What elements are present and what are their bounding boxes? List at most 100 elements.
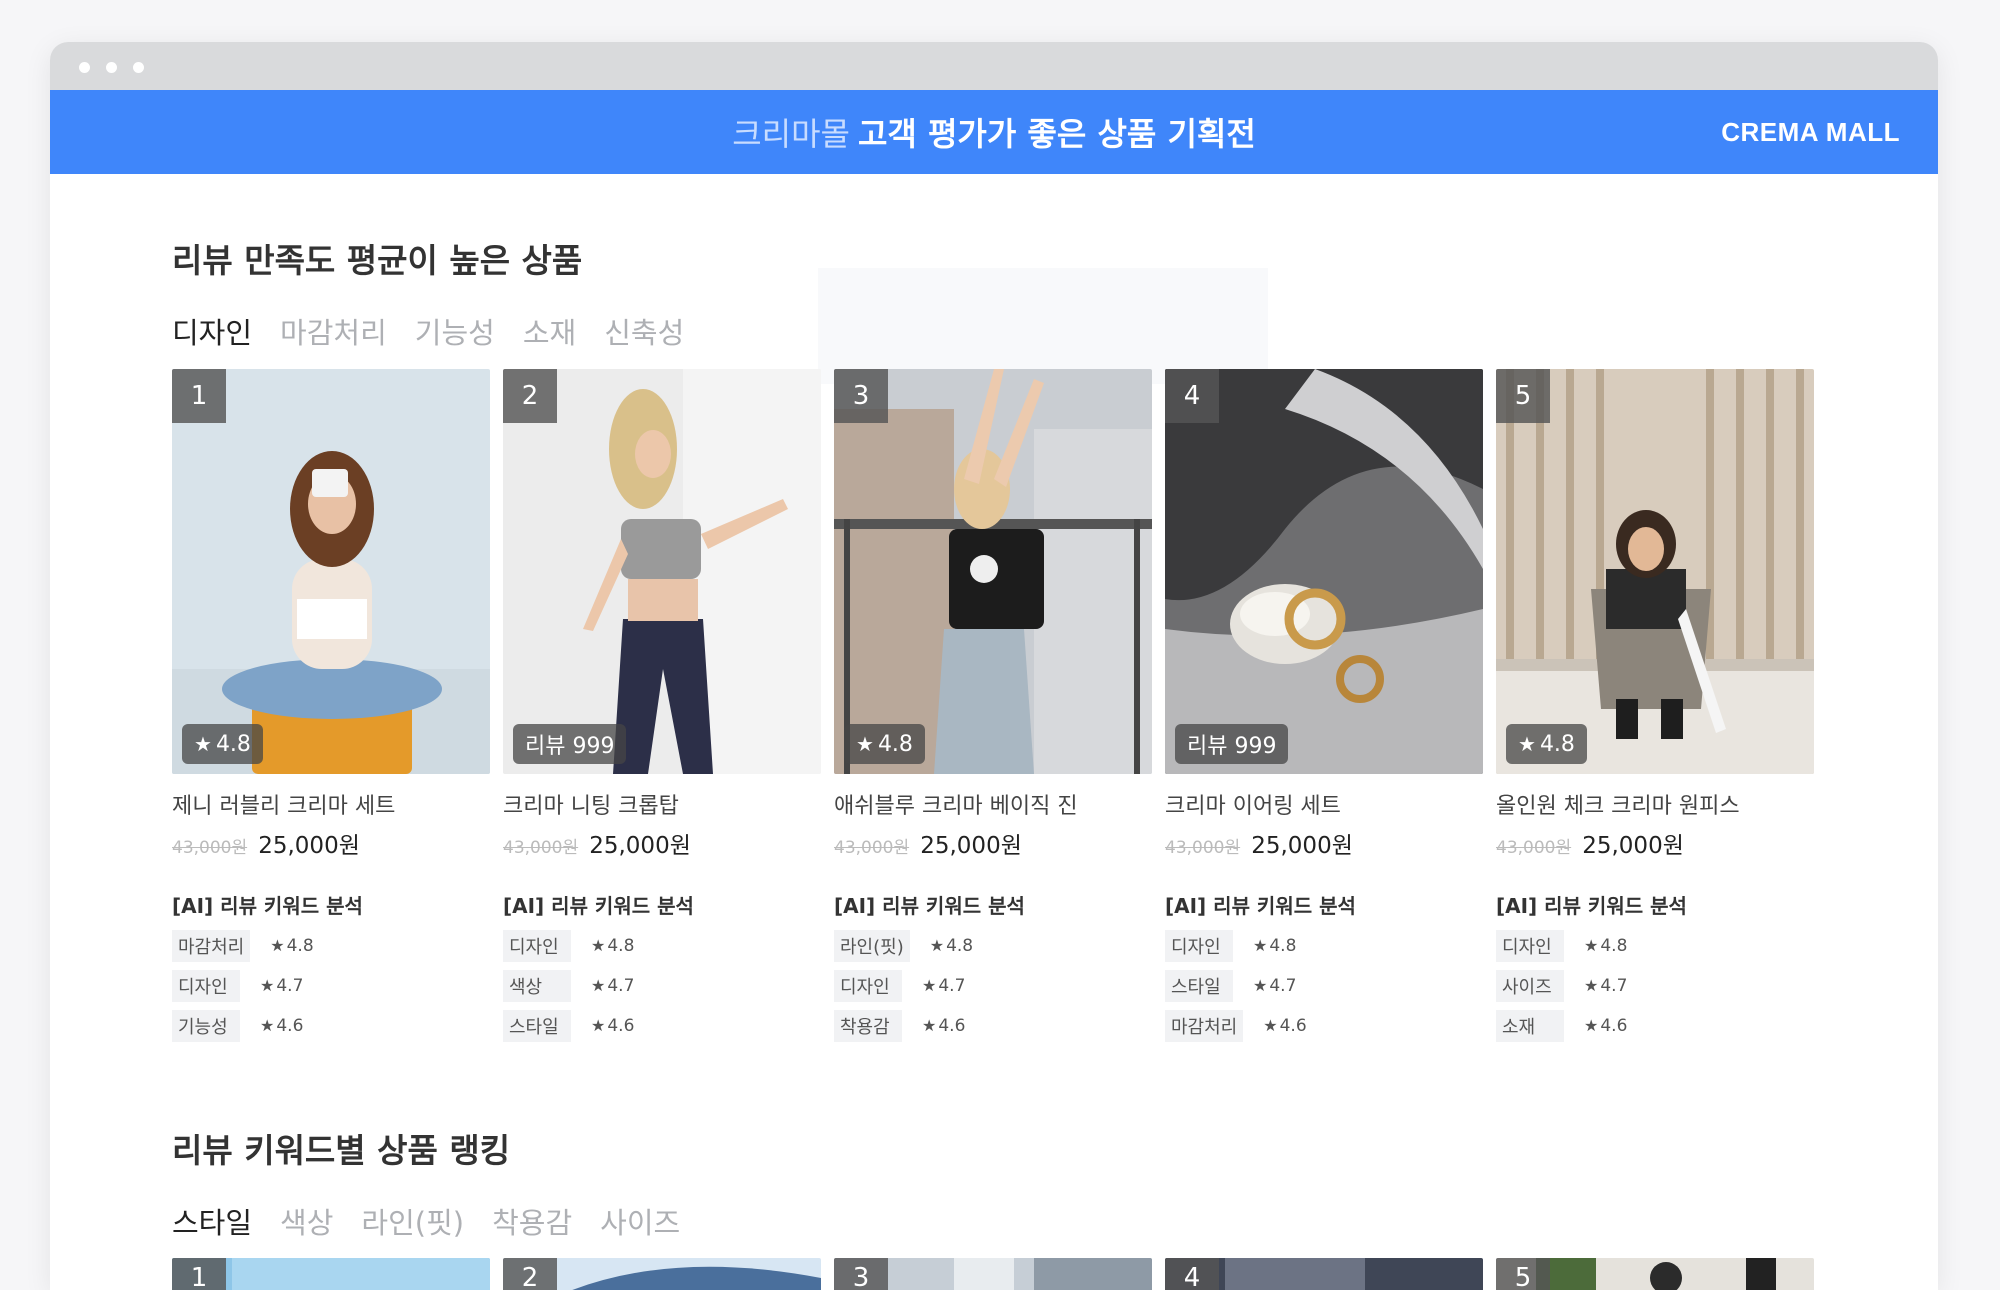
star-icon: ★ bbox=[1584, 1016, 1599, 1035]
star-icon: ★ bbox=[1253, 976, 1268, 995]
keyword-score: ★ 4.6 bbox=[591, 1016, 635, 1036]
rank-badge: 2 bbox=[503, 1258, 557, 1290]
star-icon: ★ bbox=[1584, 936, 1599, 955]
section-title: 리뷰 키워드별 상품 랭킹 bbox=[172, 1131, 511, 1170]
product-card[interactable]: 4 bbox=[1165, 1258, 1483, 1290]
product-name[interactable]: 올인원 체크 크리마 원피스 bbox=[1496, 788, 1814, 820]
empty-banner-slot bbox=[818, 268, 1268, 384]
price-row: 43,000원 25,000원 bbox=[503, 826, 821, 860]
window-dot-icon bbox=[133, 62, 144, 73]
banner-prefix: 크리마몰 bbox=[732, 115, 850, 153]
ai-keyword-title: [AI] 리뷰 키워드 분석 bbox=[172, 894, 363, 918]
original-price: 43,000원 bbox=[172, 838, 248, 858]
keyword-tag: 디자인 bbox=[834, 970, 902, 1002]
product-image[interactable]: 2 리뷰 999 bbox=[503, 369, 821, 774]
ai-keyword-title: [AI] 리뷰 키워드 분석 bbox=[1165, 894, 1356, 918]
product-card[interactable]: 2 bbox=[503, 1258, 821, 1290]
product-image[interactable]: 1 bbox=[172, 1258, 490, 1290]
product-image[interactable]: 2 bbox=[503, 1258, 821, 1290]
keyword-score: ★ 4.7 bbox=[591, 976, 635, 996]
review-count-badge: 리뷰 999 bbox=[513, 724, 627, 764]
sale-price: 25,000원 bbox=[258, 833, 360, 859]
product-image[interactable]: 4 bbox=[1165, 1258, 1483, 1290]
rank-badge: 3 bbox=[834, 1258, 888, 1290]
product-name[interactable]: 크리마 이어링 세트 bbox=[1165, 788, 1483, 820]
rank-badge: 5 bbox=[1496, 369, 1550, 423]
keyword-tag: 소재 bbox=[1496, 1010, 1564, 1042]
product-card[interactable]: 1 bbox=[172, 1258, 490, 1290]
banner-title: 고객 평가가 좋은 상품 기획전 bbox=[857, 115, 1256, 153]
keyword-score: ★ 4.7 bbox=[1253, 976, 1297, 996]
ai-keyword-title: [AI] 리뷰 키워드 분석 bbox=[1496, 894, 1687, 918]
product-card[interactable]: 4 리뷰 999 크리마 이어링 세트 43,000원 25,000원 [AI]… bbox=[1165, 369, 1483, 1042]
rank-badge: 2 bbox=[503, 369, 557, 423]
keyword-score: ★ 4.6 bbox=[1263, 1016, 1307, 1036]
product-card[interactable]: 5 bbox=[1496, 1258, 1814, 1290]
keyword-score: ★ 4.7 bbox=[260, 976, 304, 996]
keyword-tag: 기능성 bbox=[172, 1010, 240, 1042]
tab-comfort[interactable]: 착용감 bbox=[492, 1200, 572, 1242]
star-icon: ★ bbox=[591, 1016, 606, 1035]
product-card[interactable]: 2 리뷰 999 크리마 니팅 크롭탑 43,000원 25,000원 [AI]… bbox=[503, 369, 821, 1042]
keyword-row: 디자인 ★ 4.7 bbox=[834, 970, 1152, 1002]
tab-stretch[interactable]: 신축성 bbox=[604, 310, 684, 352]
window-titlebar bbox=[50, 42, 1938, 90]
tab-style[interactable]: 스타일 bbox=[172, 1200, 252, 1242]
window-dot-icon bbox=[106, 62, 117, 73]
keyword-tag: 디자인 bbox=[1165, 930, 1233, 962]
product-card[interactable]: 1 ★ 4.8 제니 러블리 크리마 세트 43,000원 25,000원 [A… bbox=[172, 369, 490, 1042]
product-name[interactable]: 크리마 니팅 크롭탑 bbox=[503, 788, 821, 820]
keyword-tag: 착용감 bbox=[834, 1010, 902, 1042]
keyword-row: 디자인 ★ 4.8 bbox=[503, 930, 821, 962]
product-card[interactable]: 3 bbox=[834, 1258, 1152, 1290]
keyword-row: 소재 ★ 4.6 bbox=[1496, 1010, 1814, 1042]
price-row: 43,000원 25,000원 bbox=[834, 826, 1152, 860]
star-icon: ★ bbox=[929, 936, 945, 955]
keyword-score: ★ 4.6 bbox=[922, 1016, 966, 1036]
tab-fit[interactable]: 라인(핏) bbox=[361, 1200, 464, 1242]
product-image[interactable]: 4 리뷰 999 bbox=[1165, 369, 1483, 774]
keyword-row: 색상 ★ 4.7 bbox=[503, 970, 821, 1002]
sale-price: 25,000원 bbox=[1582, 833, 1684, 859]
product-image[interactable]: 5 bbox=[1496, 1258, 1814, 1290]
tab-size[interactable]: 사이즈 bbox=[600, 1200, 680, 1242]
keyword-tag: 사이즈 bbox=[1496, 970, 1564, 1002]
ranking-product-list: 1 2 3 4 5 bbox=[172, 1258, 1814, 1290]
keyword-row: 마감처리 ★ 4.6 bbox=[1165, 1010, 1483, 1042]
tab-color[interactable]: 색상 bbox=[280, 1200, 333, 1242]
brand-logo[interactable]: CREMA MALL bbox=[1721, 90, 1900, 174]
ai-keyword-title: [AI] 리뷰 키워드 분석 bbox=[834, 894, 1025, 918]
keyword-tag: 마감처리 bbox=[1165, 1010, 1244, 1042]
product-list: 1 ★ 4.8 제니 러블리 크리마 세트 43,000원 25,000원 [A… bbox=[172, 369, 1814, 1042]
keyword-tag: 스타일 bbox=[503, 1010, 571, 1042]
rating-badge: ★ 4.8 bbox=[844, 724, 925, 764]
product-image[interactable]: 3 bbox=[834, 1258, 1152, 1290]
product-image[interactable]: 3 ★ 4.8 bbox=[834, 369, 1152, 774]
star-icon: ★ bbox=[922, 1016, 937, 1035]
keyword-row: 디자인 ★ 4.8 bbox=[1496, 930, 1814, 962]
rank-badge: 4 bbox=[1165, 1258, 1219, 1290]
keyword-tag: 디자인 bbox=[172, 970, 240, 1002]
product-card[interactable]: 5 ★ 4.8 올인원 체크 크리마 원피스 43,000원 25,000원 [… bbox=[1496, 369, 1814, 1042]
product-image[interactable]: 5 ★ 4.8 bbox=[1496, 369, 1814, 774]
product-name[interactable]: 제니 러블리 크리마 세트 bbox=[172, 788, 490, 820]
rank-badge: 1 bbox=[172, 1258, 226, 1290]
tab-design[interactable]: 디자인 bbox=[172, 310, 252, 352]
price-row: 43,000원 25,000원 bbox=[172, 826, 490, 860]
window-dot-icon bbox=[79, 62, 90, 73]
tab-material[interactable]: 소재 bbox=[523, 310, 576, 352]
star-icon: ★ bbox=[1518, 732, 1536, 756]
product-name[interactable]: 애쉬블루 크리마 베이직 진 bbox=[834, 788, 1152, 820]
star-icon: ★ bbox=[1584, 976, 1599, 995]
product-image[interactable]: 1 ★ 4.8 bbox=[172, 369, 490, 774]
keyword-row: 착용감 ★ 4.6 bbox=[834, 1010, 1152, 1042]
tab-function[interactable]: 기능성 bbox=[415, 310, 495, 352]
keyword-tabs: 스타일 색상 라인(핏) 착용감 사이즈 bbox=[172, 1200, 1822, 1242]
rating-value: 4.8 bbox=[1539, 731, 1575, 757]
rank-badge: 1 bbox=[172, 369, 226, 423]
star-icon: ★ bbox=[194, 732, 212, 756]
tab-finish[interactable]: 마감처리 bbox=[280, 310, 387, 352]
product-card[interactable]: 3 ★ 4.8 애쉬블루 크리마 베이직 진 43,000원 25,000원 [… bbox=[834, 369, 1152, 1042]
keyword-score: ★ 4.7 bbox=[1584, 976, 1628, 996]
star-icon: ★ bbox=[1263, 1016, 1278, 1035]
